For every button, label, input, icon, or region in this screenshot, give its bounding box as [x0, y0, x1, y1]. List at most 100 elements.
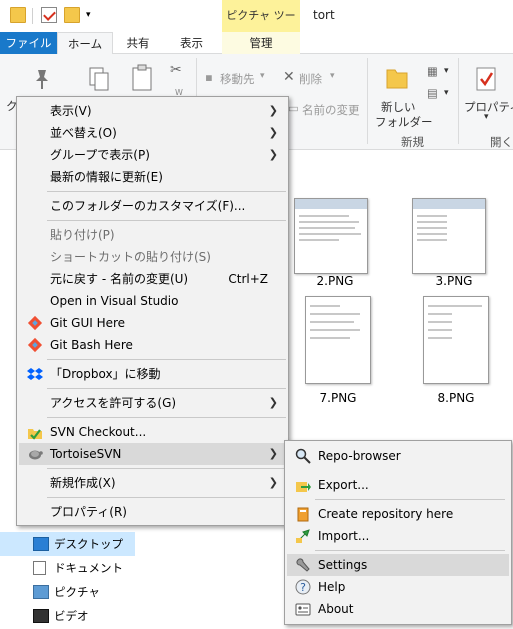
menu-item-label: SVN Checkout...	[50, 425, 147, 439]
delete-icon[interactable]: ✕	[283, 69, 295, 85]
pin-icon[interactable]	[32, 68, 52, 90]
file-name[interactable]: 2.PNG	[290, 274, 380, 288]
menu-item-import[interactable]: Import...	[287, 525, 509, 547]
thumbnail-line	[417, 233, 447, 235]
menu-item-open-in-visual-studio[interactable]: Open in Visual Studio	[19, 290, 286, 312]
toolbar-divider	[32, 8, 33, 24]
menu-item-refresh[interactable]: 最新の情報に更新(E)	[19, 166, 286, 188]
delete-button[interactable]: 削除	[299, 71, 322, 87]
nav-item-desktop[interactable]: デスクトップ	[0, 532, 135, 556]
nav-item-label: ビデオ	[54, 609, 89, 623]
menu-item-properties[interactable]: プロパティ(R)	[19, 501, 286, 523]
menu-separator	[315, 550, 505, 551]
copy-icon[interactable]	[88, 66, 110, 92]
thumbnail-line	[310, 313, 360, 315]
properties-dropdown-icon[interactable]: ▾	[484, 112, 489, 122]
menu-item-label: Settings	[318, 558, 368, 572]
menu-item-label: プロパティ(R)	[50, 505, 127, 519]
video-icon	[33, 609, 49, 623]
file-thumbnail[interactable]	[305, 296, 371, 384]
new-folder-label-2[interactable]: フォルダー	[375, 114, 433, 130]
menu-item-view[interactable]: 表示(V) ❯	[19, 100, 286, 122]
file-name[interactable]: 7.PNG	[293, 391, 383, 405]
new-folder-icon[interactable]	[385, 64, 409, 90]
properties-check-icon[interactable]	[41, 7, 57, 23]
repo-browser-icon	[295, 448, 311, 464]
settings-icon	[296, 558, 310, 572]
new-folder-label-1[interactable]: 新しい	[381, 99, 416, 115]
file-name[interactable]: 3.PNG	[409, 274, 499, 288]
menu-item-git-gui[interactable]: Git GUI Here	[19, 312, 286, 334]
context-menu: 表示(V) ❯ 並べ替え(O) ❯ グループで表示(P) ❯ 最新の情報に更新(…	[16, 96, 289, 526]
thumbnail-line	[310, 321, 354, 323]
new-item-dropdown-icon[interactable]: ▾	[444, 66, 449, 76]
file-name[interactable]: 8.PNG	[411, 391, 501, 405]
menu-item-label: 並べ替え(O)	[50, 126, 117, 140]
menu-item-move-to-dropbox[interactable]: 「Dropbox」に移動	[19, 363, 286, 385]
menu-item-sort[interactable]: 並べ替え(O) ❯	[19, 122, 286, 144]
menu-item-undo-rename[interactable]: 元に戻す - 名前の変更(U) Ctrl+Z	[19, 268, 286, 290]
menu-item-create-repository[interactable]: Create repository here	[287, 503, 509, 525]
menu-item-git-bash[interactable]: Git Bash Here	[19, 334, 286, 356]
thumbnail-line	[299, 215, 349, 217]
menu-separator	[47, 417, 286, 418]
menu-item-paste-shortcut[interactable]: ショートカットの貼り付け(S)	[19, 246, 286, 268]
menu-item-about[interactable]: About	[287, 598, 509, 620]
navigation-pane: デスクトップ ドキュメント ピクチャ ビデオ	[0, 530, 148, 629]
nav-item-videos[interactable]: ビデオ	[0, 604, 135, 628]
about-icon	[295, 603, 311, 616]
new-folder-quick-icon[interactable]	[64, 7, 80, 23]
menu-item-settings[interactable]: Settings	[287, 554, 509, 576]
menu-item-label: 元に戻す - 名前の変更(U)	[50, 272, 189, 286]
open-group-label: 開く	[490, 135, 513, 149]
menu-separator	[47, 220, 286, 221]
move-to-icon[interactable]: ▪	[205, 70, 213, 84]
menu-item-customize-folder[interactable]: このフォルダーのカスタマイズ(F)...	[19, 195, 286, 217]
submenu-arrow-icon: ❯	[268, 148, 278, 161]
tab-manage[interactable]: 管理	[222, 32, 300, 54]
paste-icon[interactable]	[131, 64, 153, 92]
thumbnail-line	[299, 221, 359, 223]
menu-item-svn-checkout[interactable]: SVN Checkout...	[19, 421, 286, 443]
file-thumbnail[interactable]	[423, 296, 489, 384]
cut-icon[interactable]: ✂	[170, 62, 182, 78]
nav-item-pictures[interactable]: ピクチャ	[0, 580, 135, 604]
submenu-arrow-icon: ❯	[268, 447, 278, 460]
properties-icon[interactable]	[475, 66, 497, 92]
menu-item-group-by[interactable]: グループで表示(P) ❯	[19, 144, 286, 166]
export-icon	[296, 482, 311, 492]
menu-item-give-access[interactable]: アクセスを許可する(G) ❯	[19, 392, 286, 414]
easy-access-dropdown-icon[interactable]: ▾	[444, 88, 449, 98]
thumbnail-line	[299, 233, 361, 235]
move-to-dropdown-icon[interactable]: ▾	[260, 71, 265, 81]
ribbon-tabs: ファイル ホーム 共有 表示 管理	[0, 32, 513, 55]
thumbnail-line	[428, 321, 452, 323]
nav-item-documents[interactable]: ドキュメント	[0, 556, 135, 580]
menu-item-repo-browser[interactable]: Repo-browser	[287, 445, 509, 467]
move-to-button[interactable]: 移動先	[220, 71, 255, 87]
tab-share[interactable]: 共有	[113, 32, 163, 54]
tortoisesvn-icon	[29, 450, 43, 460]
nav-item-label: デスクトップ	[54, 537, 123, 551]
nav-item-label: ドキュメント	[54, 561, 123, 575]
menu-item-new[interactable]: 新規作成(X) ❯	[19, 472, 286, 494]
menu-item-tortoisesvn[interactable]: TortoiseSVN ❯	[19, 443, 286, 465]
quick-access-dropdown-icon[interactable]: ▾	[86, 10, 91, 20]
file-thumbnail[interactable]	[412, 198, 486, 274]
menu-item-label: TortoiseSVN	[50, 447, 122, 461]
delete-dropdown-icon[interactable]: ▾	[330, 71, 335, 81]
menu-item-help[interactable]: ? Help	[287, 576, 509, 598]
tab-view[interactable]: 表示	[163, 32, 220, 54]
tab-file[interactable]: ファイル	[0, 32, 57, 54]
rename-button[interactable]: 名前の変更	[302, 102, 360, 118]
menu-item-paste[interactable]: 貼り付け(P)	[19, 224, 286, 246]
menu-item-label: 最新の情報に更新(E)	[50, 170, 163, 184]
easy-access-icon[interactable]: ▤	[427, 86, 438, 100]
file-thumbnail[interactable]	[294, 198, 368, 274]
menu-item-export[interactable]: Export...	[287, 474, 509, 496]
new-item-icon[interactable]: ▦	[427, 64, 438, 78]
menu-item-label: Repo-browser	[318, 449, 401, 463]
thumbnail-line	[428, 313, 452, 315]
tab-home[interactable]: ホーム	[57, 32, 113, 55]
rename-icon[interactable]: ▭	[288, 101, 299, 115]
